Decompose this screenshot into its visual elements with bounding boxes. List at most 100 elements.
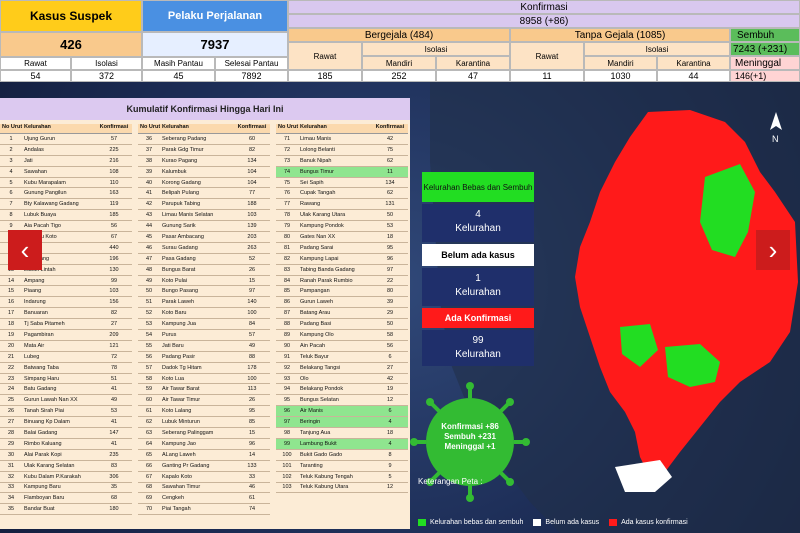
row-kelurahan: Taranting [300, 462, 323, 469]
row-number: 67 [145, 473, 153, 480]
next-slide-button[interactable]: › [756, 230, 790, 270]
row-konfirmasi: 80 [386, 288, 394, 295]
row-konfirmasi: 196 [109, 255, 119, 262]
row-konfirmasi: 110 [109, 179, 119, 186]
table-row: 49 Koto Pulai 15 [138, 276, 270, 287]
row-number: 100 [282, 451, 292, 458]
row-konfirmasi: 100 [247, 310, 257, 317]
row-kelurahan: Gunung Sarik [162, 223, 196, 230]
bergejala-isolasi-label: Isolasi [362, 42, 510, 56]
row-konfirmasi: 62 [386, 190, 394, 197]
table-row: 29 Rimbo Kaluang 41 [0, 439, 132, 450]
row-konfirmasi: 19 [386, 386, 394, 393]
row-konfirmasi: 306 [109, 473, 119, 480]
row-konfirmasi: 4 [388, 419, 392, 426]
header-col_no: No Urut [140, 124, 160, 130]
row-konfirmasi: 41 [110, 386, 118, 393]
row-number: 71 [283, 135, 291, 142]
table-row: 76 Cupak Tangah 62 [276, 188, 408, 200]
row-kelurahan: Seberang Palinggam [162, 429, 214, 436]
row-konfirmasi: 185 [109, 212, 119, 219]
header-col_no: No Urut [278, 124, 298, 130]
row-kelurahan: Lubeg [24, 353, 40, 360]
row-number: 80 [283, 233, 291, 240]
row-konfirmasi: 42 [386, 375, 394, 382]
row-kelurahan: Bukit Gado Gado [300, 451, 343, 458]
row-kelurahan: Lubuk Minturun [162, 419, 200, 426]
table-row: 35 Bandar Buat 180 [0, 504, 132, 516]
row-konfirmasi: 75 [386, 146, 394, 153]
table-row: 78 Ulak Karang Utara 50 [276, 210, 408, 222]
row-konfirmasi: 61 [248, 495, 256, 502]
row-kelurahan: Parupuk Tabing [162, 201, 201, 208]
legend-red-swatch [609, 518, 618, 526]
row-konfirmasi: 56 [110, 223, 118, 230]
suspek-title: Kasus Suspek [0, 0, 142, 32]
row-konfirmasi: 103 [109, 288, 119, 295]
tanpa-karantina-label: Karantina [657, 56, 730, 70]
legend-ada-title: Ada Konfirmasi [422, 308, 534, 328]
row-konfirmasi: 49 [248, 342, 256, 349]
row-konfirmasi: 6 [388, 408, 392, 415]
table-header: No Urut Kelurahan Konfirmasi [276, 124, 408, 134]
row-konfirmasi: 27 [110, 321, 118, 328]
row-kelurahan: Padang Basi [300, 321, 332, 328]
row-kelurahan: Padang Pasir [162, 353, 196, 360]
row-konfirmasi: 67 [110, 233, 118, 240]
table-row: 98 Tanjung Aua 18 [276, 428, 408, 439]
table-row: 94 Belakang Pondok 19 [276, 384, 408, 396]
meninggal-count: 146(+1) [730, 70, 800, 82]
table-row: 102 Teluk Kabung Tengah 5 [276, 472, 408, 483]
row-konfirmasi: 134 [247, 157, 257, 164]
row-konfirmasi: 5 [388, 473, 392, 480]
row-kelurahan: Jati Baru [162, 342, 184, 349]
row-number: 96 [283, 408, 291, 415]
row-konfirmasi: 130 [109, 266, 119, 273]
table-row: 45 Pasar Ambacang 203 [138, 232, 270, 243]
row-konfirmasi: 96 [248, 440, 256, 447]
table-row: 23 Simpang Haru 51 [0, 374, 132, 385]
row-kelurahan: Pampangan [300, 288, 330, 295]
konfirmasi-title: Konfirmasi [288, 0, 800, 14]
row-number: 50 [145, 288, 153, 295]
row-konfirmasi: 96 [386, 255, 394, 262]
row-konfirmasi: 163 [109, 190, 119, 197]
row-kelurahan: Tabing Banda Gadang [300, 266, 355, 273]
table-row: 93 Olo 42 [276, 374, 408, 385]
table-row: 84 Ranah Parak Rumbio 22 [276, 276, 408, 287]
row-konfirmasi: 140 [247, 299, 257, 306]
table-row: 18 Tj Saba Pitameh 27 [0, 319, 132, 331]
row-konfirmasi: 15 [248, 429, 256, 436]
row-number: 36 [145, 135, 153, 142]
row-kelurahan: Banuaran [24, 310, 48, 317]
header-col_kel: Kelurahan [300, 124, 327, 130]
table-row: 75 Sei Sapih 134 [276, 178, 408, 189]
row-kelurahan: Banuk Nipah [300, 157, 332, 164]
table-row: 61 Koto Lalang 95 [138, 406, 270, 418]
legend-bebas-title: Kelurahan Bebas dan Sembuh [422, 172, 534, 202]
table-row: 25 Gurun Lawah Nan XX 49 [0, 395, 132, 407]
row-konfirmasi: 9 [388, 462, 392, 469]
row-kelurahan: Lambung Bukit [300, 440, 337, 447]
table-row: 82 Kampung Lapai 96 [276, 254, 408, 265]
table-row: 67 Kapalo Koto 33 [138, 472, 270, 483]
row-konfirmasi: 50 [386, 321, 394, 328]
row-konfirmasi: 50 [386, 212, 394, 219]
row-konfirmasi: 11 [387, 168, 393, 175]
row-number: 72 [283, 146, 291, 153]
row-kelurahan: Lubuk Buaya [24, 212, 57, 219]
prev-slide-button[interactable]: ‹ [8, 230, 42, 270]
table-row: 81 Padang Sarai 95 [276, 243, 408, 254]
row-kelurahan: Parak Gdg Timur [162, 146, 204, 153]
bergejala-rawat-label: Rawat [288, 42, 362, 70]
row-number: 63 [145, 429, 153, 436]
row-number: 26 [7, 408, 15, 415]
row-konfirmasi: 62 [386, 157, 394, 164]
row-kelurahan: Kubu Dalam P.Karakah [24, 473, 81, 480]
row-kelurahan: Sawahan Timur [162, 484, 201, 491]
table-row: 33 Kampung Baru 35 [0, 483, 132, 494]
row-konfirmasi: 41 [110, 440, 118, 447]
row-konfirmasi: 33 [248, 473, 256, 480]
sembuh-title: Sembuh [730, 28, 800, 42]
row-number: 87 [283, 310, 291, 317]
